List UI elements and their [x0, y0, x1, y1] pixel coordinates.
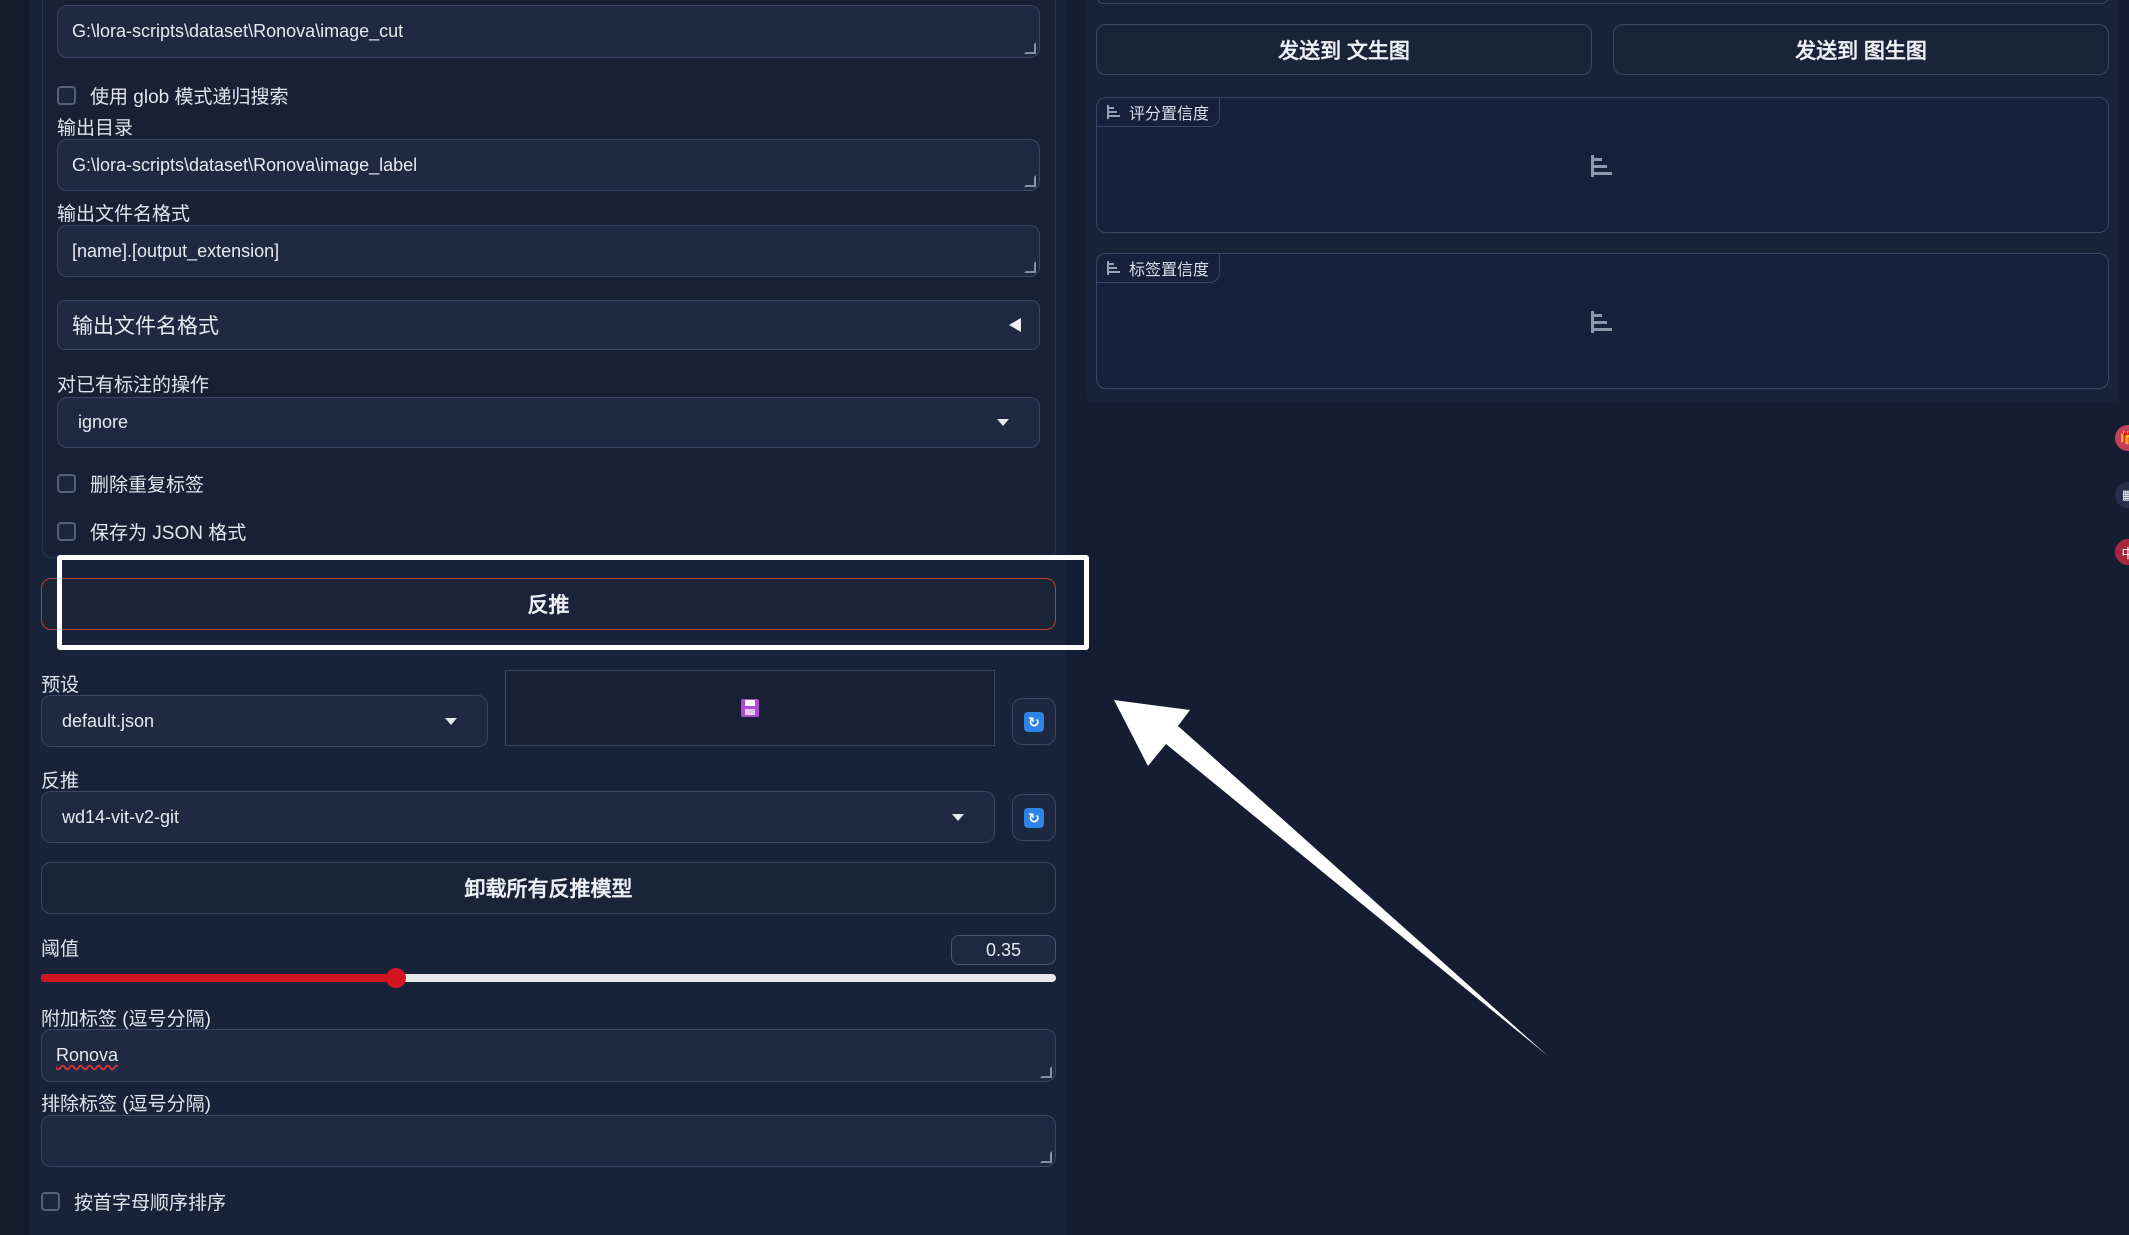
- interrogator-value: wd14-vit-v2-git: [62, 806, 180, 827]
- glob-recursive-checkbox[interactable]: [57, 85, 76, 105]
- interrogator-label: 反推: [41, 771, 80, 792]
- chevron-down-icon: [952, 813, 964, 821]
- resize-handle[interactable]: [1024, 42, 1036, 54]
- accordion-title: 输出文件名格式: [72, 315, 219, 338]
- screen: G:\lora-scripts\dataset\Ronova\image_cut…: [0, 0, 2129, 1235]
- arrow-head: [1114, 700, 1548, 1056]
- existing-caption-action-label: 对已有标注的操作: [57, 375, 210, 396]
- sort-alpha-checkbox[interactable]: [41, 1191, 60, 1211]
- additional-tags-label: 附加标签 (逗号分隔): [41, 1009, 211, 1030]
- threshold-number-input[interactable]: 0.35: [951, 935, 1056, 965]
- exclude-tags-field[interactable]: [41, 1115, 1056, 1167]
- tag-confidence-label: 标签置信度: [1129, 262, 1210, 279]
- remove-duplicates-checkbox[interactable]: [57, 473, 76, 493]
- left-gutter: [0, 0, 29, 1235]
- glob-recursive-checkbox-row[interactable]: 使用 glob 模式递归搜索: [57, 80, 288, 110]
- output-filename-format-value: [name].[output_extension]: [72, 240, 280, 261]
- resize-handle[interactable]: [1024, 175, 1036, 187]
- send-to-img2img-button[interactable]: 发送到 图生图: [1613, 24, 2109, 75]
- grid-icon[interactable]: ▦: [2115, 482, 2129, 508]
- chevron-down-icon: [997, 419, 1009, 426]
- additional-tags-value: Ronova: [56, 1045, 119, 1065]
- triangle-left-icon: [1009, 318, 1021, 332]
- refresh-icon: ↻: [1024, 807, 1044, 828]
- tag-confidence-panel: 标签置信度: [1096, 253, 2109, 389]
- chevron-down-icon: [445, 717, 457, 725]
- output-filename-format-field[interactable]: [name].[output_extension]: [57, 225, 1040, 277]
- unload-models-button[interactable]: 卸载所有反推模型: [41, 862, 1056, 914]
- preset-dropdown[interactable]: default.json: [41, 695, 488, 747]
- bar-chart-icon: [1107, 261, 1121, 275]
- floating-toolbar: 🎁 ▦ 中: [2111, 425, 2129, 565]
- resize-handle[interactable]: [1040, 1066, 1052, 1078]
- preset-value: default.json: [62, 710, 155, 731]
- output-dir-label: 输出目录: [57, 118, 134, 139]
- remove-duplicates-label: 删除重复标签: [90, 474, 205, 496]
- annotation-arrow: [1114, 700, 1548, 1056]
- output-filename-format-label: 输出文件名格式: [57, 204, 191, 225]
- input-dir-value: G:\lora-scripts\dataset\Ronova\image_cut: [72, 21, 404, 41]
- slider-fill: [41, 974, 397, 982]
- rating-confidence-panel: 评分置信度: [1096, 97, 2109, 233]
- output-dir-value: G:\lora-scripts\dataset\Ronova\image_lab…: [72, 154, 418, 175]
- sort-alpha-label: 按首字母顺序排序: [74, 1192, 227, 1214]
- bar-chart-icon: [1107, 105, 1121, 119]
- rating-confidence-tag: 评分置信度: [1097, 98, 1221, 127]
- save-json-label: 保存为 JSON 格式: [90, 522, 247, 544]
- preset-label: 预设: [41, 675, 80, 696]
- resize-handle[interactable]: [1024, 261, 1036, 273]
- output-dir-field[interactable]: G:\lora-scripts\dataset\Ronova\image_lab…: [57, 139, 1040, 191]
- save-preset-button[interactable]: [505, 670, 995, 746]
- threshold-label: 阈值: [41, 939, 80, 960]
- chinese-input-icon[interactable]: 中: [2115, 539, 2129, 565]
- input-dir-field[interactable]: G:\lora-scripts\dataset\Ronova\image_cut: [57, 5, 1040, 58]
- floppy-disk-icon: [741, 699, 759, 717]
- send-to-txt2img-button[interactable]: 发送到 文生图: [1096, 24, 1592, 75]
- refresh-interrogators-button[interactable]: ↻: [1012, 794, 1056, 841]
- existing-caption-action-dropdown[interactable]: ignore: [57, 397, 1040, 448]
- additional-tags-field[interactable]: Ronova: [41, 1029, 1056, 1082]
- refresh-icon: ↻: [1024, 711, 1044, 732]
- output-filename-format-accordion[interactable]: 输出文件名格式: [57, 300, 1040, 350]
- resize-handle[interactable]: [1040, 1151, 1052, 1163]
- rating-confidence-label: 评分置信度: [1129, 106, 1210, 123]
- glob-recursive-label: 使用 glob 模式递归搜索: [90, 86, 289, 108]
- sort-alpha-checkbox-row[interactable]: 按首字母顺序排序: [41, 1186, 226, 1216]
- tag-confidence-tag: 标签置信度: [1097, 254, 1221, 283]
- highlight-frame: [57, 555, 1089, 650]
- threshold-slider[interactable]: [41, 968, 1056, 988]
- remove-duplicates-checkbox-row[interactable]: 删除重复标签: [57, 468, 204, 498]
- save-json-checkbox-row[interactable]: 保存为 JSON 格式: [57, 516, 246, 546]
- top-cut-box: [1096, 0, 2109, 4]
- gift-icon[interactable]: 🎁: [2115, 425, 2129, 451]
- save-json-checkbox[interactable]: [57, 521, 76, 541]
- existing-caption-action-value: ignore: [78, 412, 129, 432]
- interrogator-dropdown[interactable]: wd14-vit-v2-git: [41, 791, 995, 843]
- exclude-tags-label: 排除标签 (逗号分隔): [41, 1094, 211, 1115]
- refresh-presets-button[interactable]: ↻: [1012, 698, 1056, 745]
